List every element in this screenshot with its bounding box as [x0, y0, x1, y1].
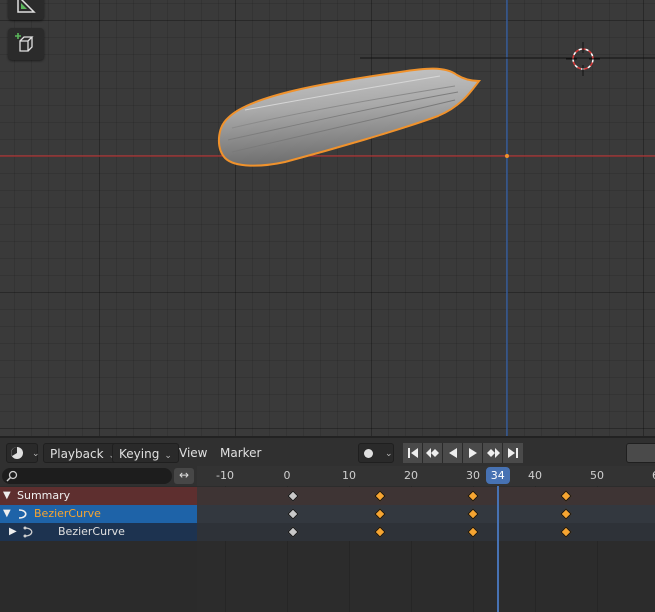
- keying-menu-label: Keying: [119, 447, 160, 461]
- marker-menu[interactable]: Marker: [220, 443, 261, 463]
- viewport-scene: [0, 0, 655, 436]
- chevron-down-icon: ⌄: [385, 449, 393, 459]
- channel-search-row: ↔: [0, 466, 197, 486]
- swap-arrows-icon: ↔: [178, 468, 190, 482]
- expand-triangle-icon[interactable]: ▼: [3, 505, 11, 523]
- ruler-tick-label: 30: [466, 469, 480, 482]
- ruler-tick-label: 50: [590, 469, 604, 482]
- add-cube-tool-button[interactable]: [8, 28, 44, 60]
- curve-data-icon: [23, 526, 33, 538]
- add-cube-tool-icon: [15, 33, 34, 52]
- editor-type-button[interactable]: ⌄: [6, 443, 40, 463]
- measure-tool-button[interactable]: [8, 0, 44, 20]
- object-keyframe-row: [197, 505, 655, 523]
- channel-object-label: BezierCurve: [34, 507, 101, 520]
- play-reverse-icon: [448, 448, 457, 458]
- object-origin: [505, 154, 509, 158]
- ruler-tick-label: 40: [528, 469, 542, 482]
- ruler-tick-label: 10: [342, 469, 356, 482]
- summary-keyframe-row: [197, 487, 655, 505]
- bezier-curve-object[interactable]: [218, 67, 482, 167]
- next-keyframe-icon: [486, 448, 500, 458]
- frame-range-field[interactable]: [626, 443, 655, 463]
- prev-keyframe-button[interactable]: [423, 443, 443, 463]
- 3d-cursor-icon[interactable]: [566, 42, 600, 76]
- play-reverse-button[interactable]: [443, 443, 463, 463]
- channel-object[interactable]: ▼ BezierCurve: [0, 505, 197, 523]
- prev-keyframe-icon: [425, 448, 439, 458]
- jump-to-end-button[interactable]: [503, 443, 523, 463]
- collapse-triangle-icon[interactable]: ▶: [9, 523, 17, 541]
- search-icon: [6, 470, 18, 482]
- jump-to-start-button[interactable]: [403, 443, 423, 463]
- playback-menu-label: Playback: [50, 447, 104, 461]
- play-button[interactable]: [463, 443, 483, 463]
- measure-tool-icon: [17, 0, 36, 13]
- channel-search-input[interactable]: [2, 468, 172, 484]
- keyframe-area[interactable]: [197, 486, 655, 612]
- dopesheet-header: ⌄ Playback ⌄ Keying ⌄ View Marker ⌄: [0, 436, 655, 466]
- dopesheet-mode-icon: [11, 447, 23, 459]
- swap-channels-button[interactable]: ↔: [174, 468, 194, 484]
- channel-summary-label: Summary: [17, 489, 71, 502]
- playhead-line[interactable]: [496, 486, 499, 612]
- ruler-tick-label: -10: [216, 469, 234, 482]
- view-menu[interactable]: View: [179, 443, 207, 463]
- play-icon: [468, 448, 477, 458]
- curve-object-icon: [18, 509, 27, 519]
- channel-summary[interactable]: ▼ Summary: [0, 487, 197, 505]
- current-frame-indicator[interactable]: 34: [485, 467, 510, 484]
- ruler-tick-label: 20: [404, 469, 418, 482]
- jump-end-icon: [508, 448, 518, 458]
- ruler-tick-label: 0: [283, 469, 291, 482]
- record-icon: [364, 449, 373, 458]
- chevron-down-icon: ⌄: [32, 449, 40, 459]
- channel-list: ▼ Summary ▼ BezierCurve ▶ BezierCurve: [0, 486, 197, 612]
- keying-menu[interactable]: Keying ⌄: [112, 443, 179, 463]
- data-keyframe-row: [197, 523, 655, 541]
- next-keyframe-button[interactable]: [483, 443, 503, 463]
- channel-curve-data-label: BezierCurve: [58, 525, 125, 538]
- jump-start-icon: [407, 448, 418, 458]
- frame-ruler[interactable]: -100102030405060 34: [197, 466, 655, 486]
- chevron-down-icon: ⌄: [164, 451, 172, 461]
- auto-keying-button[interactable]: ⌄: [358, 443, 394, 463]
- 3d-viewport[interactable]: [0, 0, 655, 436]
- expand-triangle-icon[interactable]: ▼: [3, 487, 11, 505]
- channel-curve-data[interactable]: ▶ BezierCurve: [0, 523, 197, 541]
